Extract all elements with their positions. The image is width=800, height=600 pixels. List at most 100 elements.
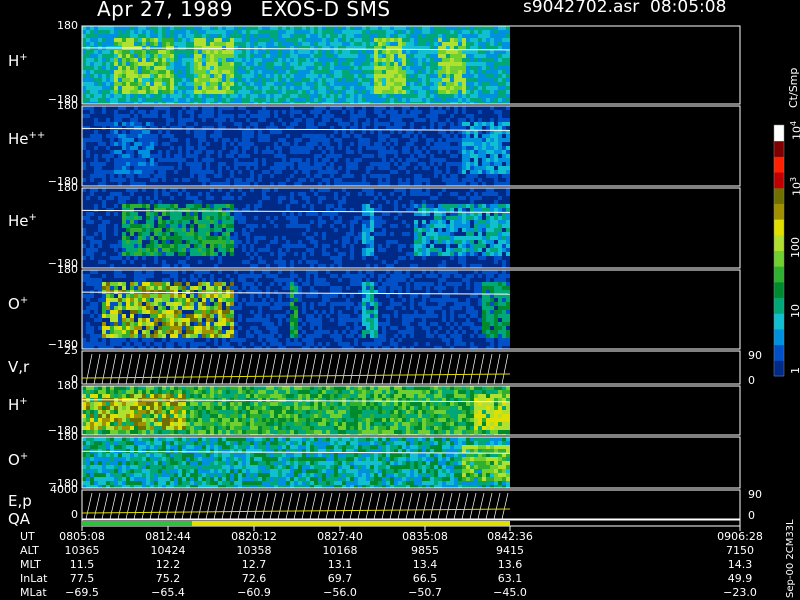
spectrogram-cell [238, 54, 242, 58]
spectrogram-cell [482, 178, 486, 182]
spectrogram-cell [434, 66, 438, 70]
spectrogram-cell [298, 58, 302, 62]
spectrogram-cell [210, 146, 214, 150]
spectrogram-cell [438, 30, 442, 34]
spectrogram-cell [414, 26, 418, 30]
spectrogram-cell [310, 98, 314, 102]
spectrogram-cell [438, 114, 442, 118]
spectrogram-cell [354, 66, 358, 70]
spectrogram-cell [202, 118, 206, 122]
spectrogram-cell [154, 118, 158, 122]
spectrogram-cell [206, 248, 210, 252]
spectrogram-cell [82, 146, 86, 150]
spectrogram-cell [270, 50, 274, 54]
spectrogram-cell [402, 122, 406, 126]
spectrogram-cell [186, 178, 190, 182]
spectrogram-cell [190, 228, 194, 232]
spectrogram-cell [390, 98, 394, 102]
spectrogram-cell [322, 142, 326, 146]
spectrogram-cell [182, 182, 186, 186]
spectrogram-cell [234, 106, 238, 110]
spectrogram-cell [86, 188, 90, 192]
spectrogram-cell [486, 70, 490, 74]
spectrogram-cell [86, 30, 90, 34]
spectrogram-cell [346, 62, 350, 66]
spectrogram-cell [454, 174, 458, 178]
spectrogram-cell [118, 216, 122, 220]
spectrogram-cell [118, 256, 122, 260]
spectrogram-cell [402, 98, 406, 102]
spectrogram-cell [126, 240, 130, 244]
spectrogram-cell [186, 174, 190, 178]
spectrogram-cell [446, 30, 450, 34]
spectrogram-cell [446, 178, 450, 182]
spectrogram-cell [270, 138, 274, 142]
spectrogram-cell [502, 86, 506, 90]
spectrogram-cell [154, 170, 158, 174]
spectrogram-cell [138, 200, 142, 204]
spectrogram-cell [462, 170, 466, 174]
spectrogram-cell [410, 130, 414, 134]
spectrogram-cell [486, 42, 490, 46]
spectrogram-cell [382, 50, 386, 54]
spectrogram-cell [86, 154, 90, 158]
spectrogram-cell [422, 122, 426, 126]
spectrogram-cell [118, 58, 122, 62]
spectrogram-cell [226, 82, 230, 86]
spectrogram-cell [298, 110, 302, 114]
spectrogram-cell [82, 182, 86, 186]
spectrogram-cell [214, 98, 218, 102]
spectrogram-cell [210, 70, 214, 74]
spectrogram-cell [478, 110, 482, 114]
spectrogram-cell [318, 26, 322, 30]
spectrogram-cell [114, 158, 118, 162]
spectrogram-cell [266, 174, 270, 178]
spectrogram-cell [398, 154, 402, 158]
spectrogram-cell [206, 260, 210, 264]
spectrogram-cell [410, 70, 414, 74]
spectrogram-cell [218, 150, 222, 154]
spectrogram-cell [214, 174, 218, 178]
spectrogram-cell [398, 66, 402, 70]
spectrogram-cell [158, 66, 162, 70]
spectrogram-cell [174, 220, 178, 224]
spectrogram-cell [226, 94, 230, 98]
spectrogram-cell [82, 188, 86, 192]
spectrogram-cell [442, 154, 446, 158]
spectrogram-cell [194, 54, 198, 58]
spectrogram-cell [246, 70, 250, 74]
spectrogram-cell [454, 138, 458, 142]
spectrogram-cell [318, 38, 322, 42]
spectrogram-cell [386, 142, 390, 146]
spectrogram-cell [346, 30, 350, 34]
spectrogram-cell [90, 204, 94, 208]
spectrogram-cell [86, 38, 90, 42]
spectrogram-cell [270, 170, 274, 174]
spectrogram-cell [250, 130, 254, 134]
spectrogram-cell [214, 146, 218, 150]
spectrogram-cell [222, 66, 226, 70]
spectrogram-cell [418, 146, 422, 150]
spectrogram-cell [406, 166, 410, 170]
spectrogram-cell [310, 66, 314, 70]
spectrogram-cell [290, 78, 294, 82]
spectrogram-cell [102, 244, 106, 248]
spectrogram-cell [438, 126, 442, 130]
spectrogram-cell [410, 142, 414, 146]
spectrogram-cell [270, 142, 274, 146]
spectrogram-cell [498, 34, 502, 38]
spectrogram-cell [386, 70, 390, 74]
spectrogram-cell [270, 86, 274, 90]
spectrogram-cell [446, 170, 450, 174]
spectrogram-cell [302, 162, 306, 166]
spectrogram-cell [162, 154, 166, 158]
spectrogram-cell [294, 98, 298, 102]
spectrogram-cell [166, 158, 170, 162]
spectrogram-cell [122, 94, 126, 98]
spectrogram-cell [458, 74, 462, 78]
spectrogram-cell [158, 62, 162, 66]
spectrogram-cell [298, 114, 302, 118]
spectrogram-cell [210, 248, 214, 252]
spectrogram-cell [190, 216, 194, 220]
spectrogram-cell [282, 30, 286, 34]
